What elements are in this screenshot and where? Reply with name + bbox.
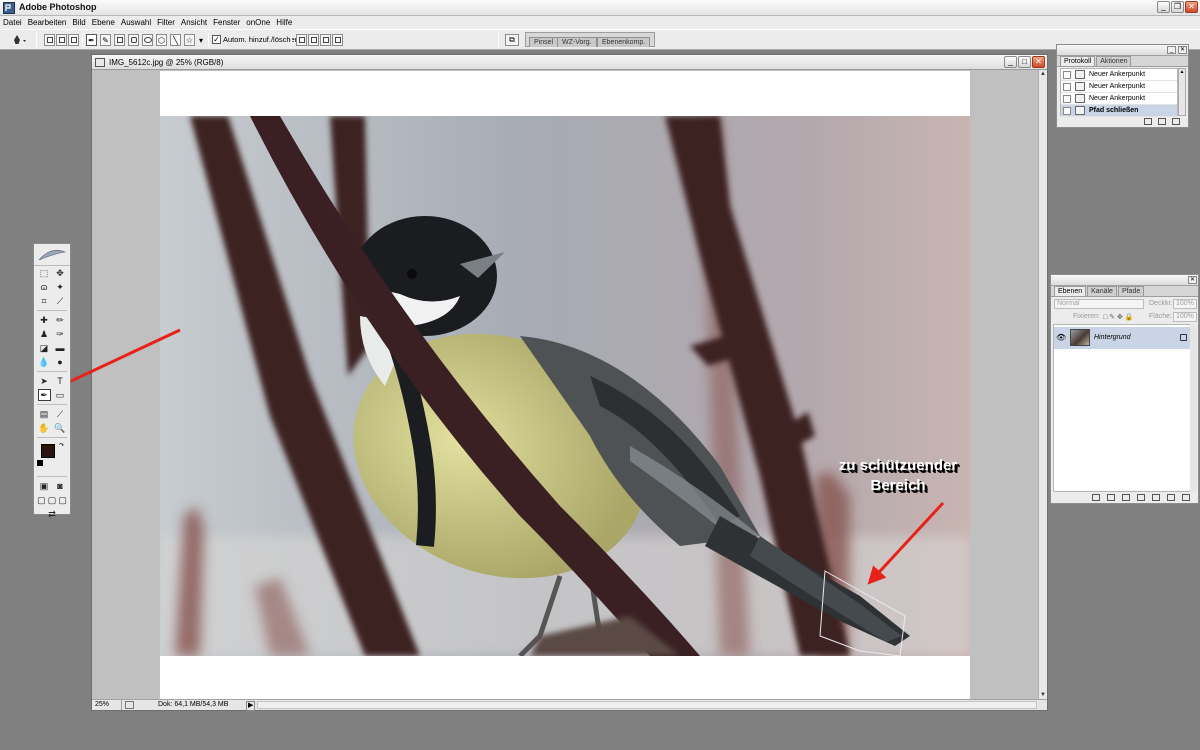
tab-protokoll[interactable]: Protokoll — [1060, 56, 1096, 66]
history-palette-titlebar[interactable]: _ ✕ — [1057, 45, 1188, 56]
history-item[interactable]: Neuer Ankerpunkt — [1061, 69, 1177, 81]
adjustment-layer-icon[interactable] — [1137, 493, 1145, 501]
blend-mode-select[interactable]: Normal — [1054, 299, 1144, 309]
tab-aktionen[interactable]: Aktionen — [1096, 56, 1132, 66]
lock-label: Fixieren: — [1073, 313, 1100, 320]
arrow-to-tail — [867, 501, 945, 585]
history-scrollbar[interactable]: ▲ — [1178, 68, 1186, 116]
eyedropper-tool-icon[interactable]: ⟋ — [54, 408, 67, 420]
slice-tool-icon[interactable]: ⟋ — [54, 295, 67, 307]
screen-mode-standard-icon[interactable]: ▢ — [36, 494, 47, 506]
layers-close-icon[interactable]: ✕ — [1188, 276, 1197, 284]
brush-tool-icon[interactable]: ✏ — [54, 314, 67, 326]
eraser-tool-icon[interactable]: ◪ — [38, 342, 51, 354]
feather-icon — [38, 249, 67, 260]
gradient-tool-icon[interactable]: ▬ — [54, 342, 67, 354]
layer-row[interactable]: 👁 Hintergrund — [1054, 327, 1190, 349]
pen-tool-icon[interactable]: ✒ — [37, 389, 51, 401]
marquee-tool-icon[interactable]: ⬚ — [38, 267, 51, 279]
screen-mode-full-icon[interactable]: ▢ — [57, 494, 68, 506]
notes-tool-icon[interactable]: ▤ — [38, 408, 51, 420]
annotation-arrows — [50, 328, 945, 585]
lasso-tool-icon[interactable]: ɷ — [38, 281, 51, 293]
history-close-icon[interactable]: ✕ — [1178, 46, 1187, 54]
layer-mask-icon[interactable] — [1122, 493, 1130, 501]
path-selection-icon[interactable]: ➤ — [38, 375, 51, 387]
history-state-icon — [1075, 70, 1085, 79]
layers-palette-titlebar[interactable]: ✕ — [1051, 275, 1198, 286]
move-tool-icon[interactable]: ✥ — [54, 267, 67, 279]
swap-colors-icon[interactable]: ↷ — [59, 442, 64, 449]
toolbox: ⬚ ✥ ɷ ✦ ⌗ ⟋ ✚ ✏ ♟ ✑ ◪ ▬ 💧 ● ➤ T ✒ ▭ ▤ ⟋ ✋ 🔍 ↷ ▣ ◙ ▢ ▢… — [33, 243, 71, 519]
opacity-label: Deckkr.: — [1149, 300, 1175, 307]
history-item[interactable]: Neuer Ankerpunkt — [1061, 93, 1177, 105]
layer-name: Hintergrund — [1094, 334, 1131, 341]
magic-wand-tool-icon[interactable]: ✦ — [54, 281, 67, 293]
history-item[interactable]: Neuer Ankerpunkt — [1061, 81, 1177, 93]
layers-scrollbar[interactable] — [1190, 324, 1197, 492]
zoom-tool-icon[interactable]: 🔍 — [54, 422, 67, 434]
tab-kanaele[interactable]: Kanäle — [1087, 286, 1117, 296]
jump-to-imageready-icon[interactable]: ⇄ — [46, 508, 59, 520]
layer-thumbnail — [1070, 329, 1090, 346]
healing-brush-icon[interactable]: ✚ — [38, 314, 51, 326]
new-layer-icon[interactable] — [1167, 493, 1175, 501]
link-layers-icon[interactable] — [1092, 493, 1100, 501]
layers-list: 👁 Hintergrund — [1053, 324, 1197, 492]
history-state-icon — [1075, 106, 1085, 115]
history-state-icon — [1075, 94, 1085, 103]
crop-tool-icon[interactable]: ⌗ — [38, 295, 51, 307]
arrow-to-pen-tool — [50, 328, 181, 392]
history-minimize-icon[interactable]: _ — [1167, 46, 1176, 54]
history-palette: _ ✕ Protokoll Aktionen Neuer Ankerpunkt … — [1056, 44, 1189, 128]
history-list: Neuer Ankerpunkt Neuer Ankerpunkt Neuer … — [1060, 68, 1178, 117]
color-swatches: ↷ — [34, 440, 70, 474]
tab-ebenen[interactable]: Ebenen — [1054, 286, 1087, 296]
dodge-tool-icon[interactable]: ● — [54, 356, 67, 368]
tab-pfade[interactable]: Pfade — [1117, 286, 1145, 296]
layers-palette: ✕ Ebenen Kanäle Pfade Normal Deckkr.: 10… — [1050, 274, 1199, 504]
quick-mask-icon[interactable]: ◙ — [54, 480, 67, 492]
layer-style-icon[interactable] — [1107, 493, 1115, 501]
type-tool-icon[interactable]: T — [54, 375, 67, 387]
lock-icon — [1180, 334, 1187, 341]
toolbox-header[interactable] — [34, 244, 70, 266]
blur-tool-icon[interactable]: 💧 — [38, 356, 51, 368]
rectangle-tool-icon[interactable]: ▭ — [54, 389, 67, 401]
fill-field[interactable]: 100% — [1173, 312, 1197, 322]
screen-mode-full-menu-icon[interactable]: ▢ — [47, 494, 58, 506]
default-colors-icon[interactable] — [37, 460, 43, 466]
hand-tool-icon[interactable]: ✋ — [38, 422, 51, 434]
history-state-icon — [1075, 82, 1085, 91]
fill-label: Fläche: — [1149, 313, 1172, 320]
new-group-icon[interactable] — [1152, 493, 1160, 501]
delete-layer-trash-icon[interactable] — [1182, 493, 1190, 501]
eye-icon[interactable]: 👁 — [1056, 333, 1066, 343]
new-document-from-state-icon[interactable] — [1144, 118, 1152, 125]
lock-icons[interactable]: □ ✎ ✥ 🔒 — [1103, 313, 1134, 323]
new-snapshot-icon[interactable] — [1158, 118, 1166, 125]
delete-state-trash-icon[interactable] — [1172, 118, 1180, 125]
opacity-field[interactable]: 100% — [1173, 299, 1197, 309]
clone-stamp-icon[interactable]: ♟ — [38, 328, 51, 340]
history-brush-icon[interactable]: ✑ — [54, 328, 67, 340]
foreground-color-swatch[interactable] — [41, 444, 55, 458]
standard-mode-icon[interactable]: ▣ — [38, 480, 51, 492]
